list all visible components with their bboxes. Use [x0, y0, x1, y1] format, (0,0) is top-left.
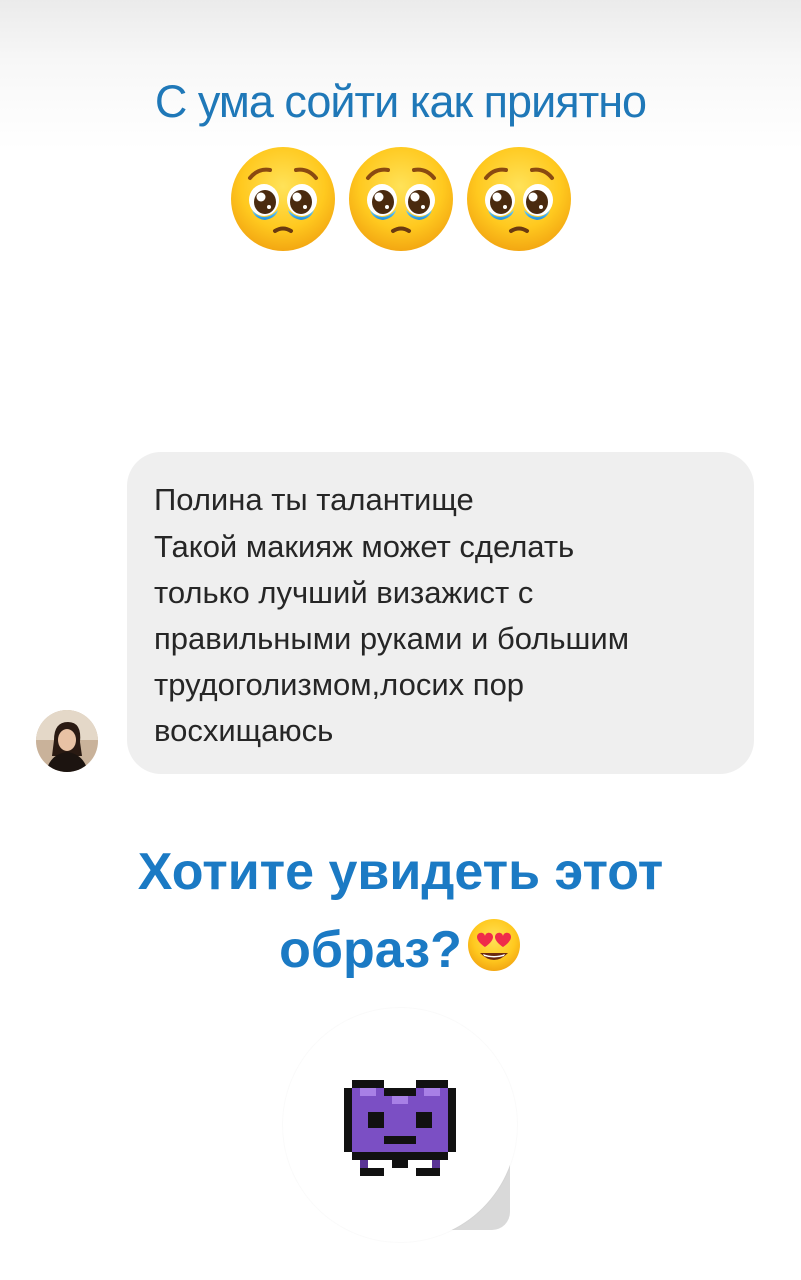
user-avatar-icon	[36, 710, 98, 772]
pleading-face-icon	[229, 145, 337, 253]
question-line-1: Хотите увидеть этот	[137, 843, 664, 901]
pleading-face-icon	[347, 145, 455, 253]
avatar[interactable]	[36, 710, 98, 772]
question-line-2-text: образ?	[279, 921, 462, 979]
alien-monster-icon	[344, 1080, 456, 1176]
pleading-face-icon	[465, 145, 573, 253]
message-line: только лучший визажист с	[154, 575, 534, 610]
message-bubble: Полина ты талантище Такой макияж может с…	[127, 452, 754, 774]
message-line: Полина ты талантище	[154, 482, 474, 517]
question-text: Хотите увидеть этот образ?	[0, 833, 801, 989]
heart-eyes-face-icon	[467, 919, 520, 971]
message-line: трудоголизмом,лосих пор	[154, 667, 525, 702]
story-caption: С ума сойти как приятно	[154, 76, 647, 127]
caption-emoji-row	[228, 144, 578, 254]
question-line-2: образ?	[0, 911, 801, 989]
message-line: Такой макияж может сделать	[154, 529, 575, 564]
message-line: правильными руками и большим	[154, 621, 630, 656]
message-line: восхищаюсь	[154, 713, 334, 748]
